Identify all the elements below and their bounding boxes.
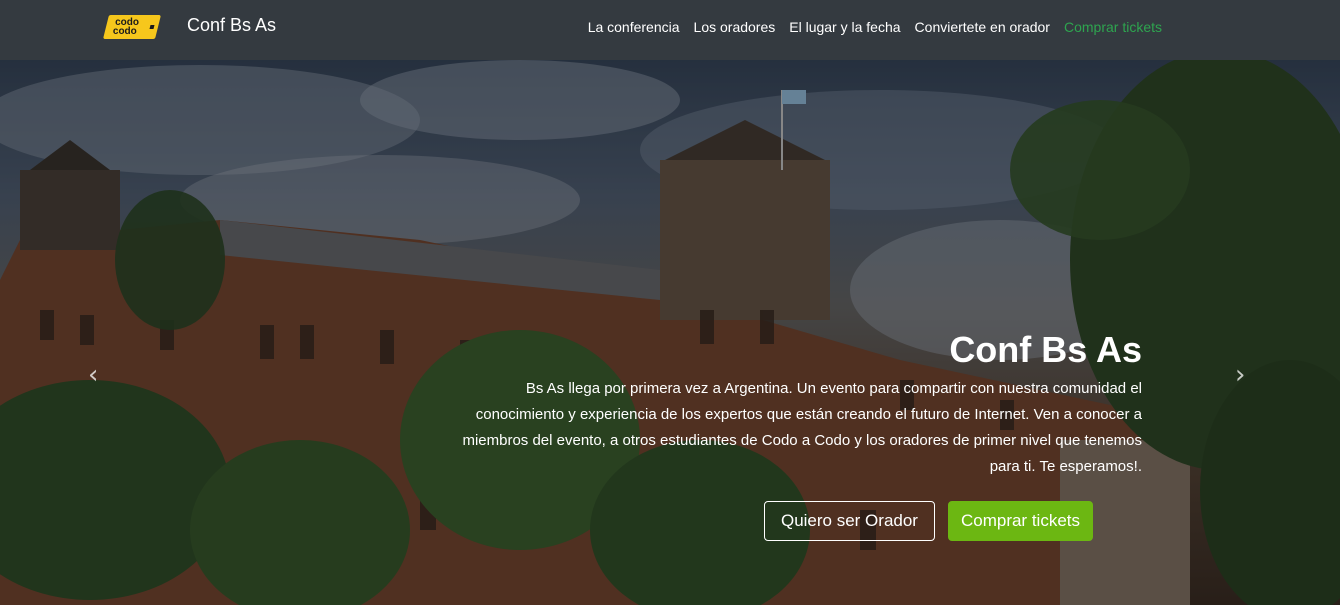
hero-carousel: ‹ › Conf Bs As Bs As llega por primera v…: [0, 60, 1340, 605]
carousel-next-icon[interactable]: ›: [1235, 360, 1245, 390]
nav-link-conferencia[interactable]: La conferencia: [588, 19, 680, 35]
hero-buttons: Quiero ser Orador Comprar tickets: [763, 501, 1093, 541]
hero-caption: Conf Bs As Bs As llega por primera vez a…: [462, 328, 1142, 480]
nav-link-orador[interactable]: Conviertete en orador: [915, 19, 1050, 35]
navbar-brand[interactable]: Conf Bs As: [187, 15, 276, 36]
codo-a-codo-logo[interactable]: codo codo: [103, 15, 161, 39]
hero-title: Conf Bs As: [949, 329, 1142, 370]
nav-link-comprar-tickets[interactable]: Comprar tickets: [1064, 19, 1162, 35]
hero-description: Bs As llega por primera vez a Argentina.…: [462, 380, 1142, 475]
nav-menu: La conferencia Los oradores El lugar y l…: [588, 19, 1162, 35]
nav-link-lugar-fecha[interactable]: El lugar y la fecha: [789, 19, 900, 35]
quiero-ser-orador-button[interactable]: Quiero ser Orador: [763, 501, 935, 541]
navbar: codo codo Conf Bs As La conferencia Los …: [0, 0, 1340, 60]
nav-link-oradores[interactable]: Los oradores: [694, 19, 776, 35]
comprar-tickets-button[interactable]: Comprar tickets: [947, 501, 1093, 541]
carousel-prev-icon[interactable]: ‹: [88, 360, 98, 390]
